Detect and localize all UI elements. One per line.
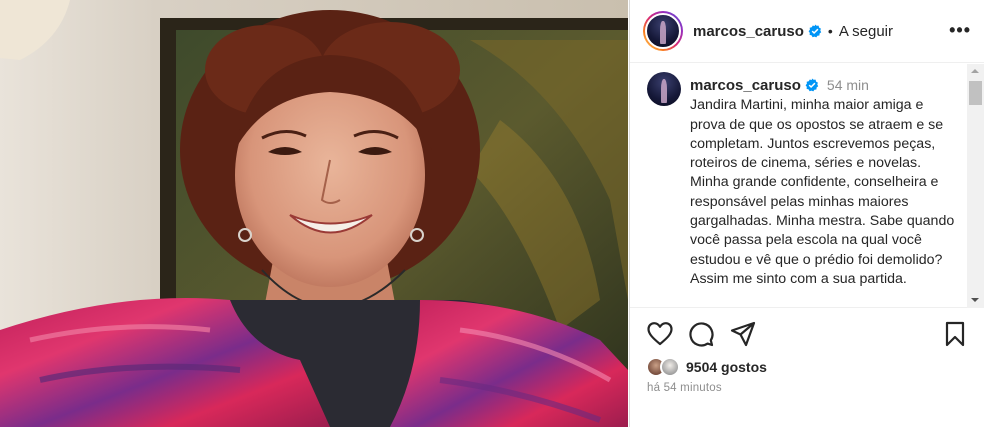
heart-icon[interactable] <box>646 320 674 348</box>
scroll-down-arrow[interactable] <box>971 298 979 302</box>
more-options-icon[interactable]: ••• <box>949 21 971 39</box>
caption-section: marcos_caruso 54 min Jandira Martini, mi… <box>630 64 984 308</box>
comment-icon[interactable] <box>687 320 715 348</box>
separator-dot: • <box>827 23 833 39</box>
likes-row[interactable]: 9504 gostos <box>646 354 767 380</box>
post-header: marcos_caruso • A seguir ••• <box>630 0 984 63</box>
paper-plane-icon[interactable] <box>729 320 757 348</box>
verified-badge-icon <box>805 78 819 92</box>
liker-avatar[interactable] <box>660 357 680 377</box>
post-photo-illustration <box>0 0 628 427</box>
post-timestamp[interactable]: há 54 minutos <box>647 382 722 394</box>
bookmark-icon[interactable] <box>941 320 969 348</box>
scroll-up-arrow[interactable] <box>971 69 979 73</box>
scroll-thumb[interactable] <box>969 81 982 105</box>
caption-time: 54 min <box>826 77 869 93</box>
caption-body: Jandira Martini, minha maior amiga e pro… <box>690 97 955 287</box>
caption-scrollbar[interactable] <box>967 64 984 308</box>
caption-avatar[interactable] <box>647 72 681 106</box>
avatar[interactable] <box>643 11 683 51</box>
post-side-panel: marcos_caruso • A seguir ••• marcos_caru… <box>629 0 984 427</box>
action-bar <box>630 316 984 352</box>
post-photo[interactable] <box>0 0 628 427</box>
following-button[interactable]: A seguir <box>839 23 893 40</box>
verified-badge-icon <box>808 24 822 38</box>
likes-count[interactable]: 9504 gostos <box>686 359 767 375</box>
caption: marcos_caruso 54 min Jandira Martini, mi… <box>690 76 960 289</box>
username-link[interactable]: marcos_caruso <box>693 23 804 40</box>
caption-username[interactable]: marcos_caruso <box>690 77 801 94</box>
